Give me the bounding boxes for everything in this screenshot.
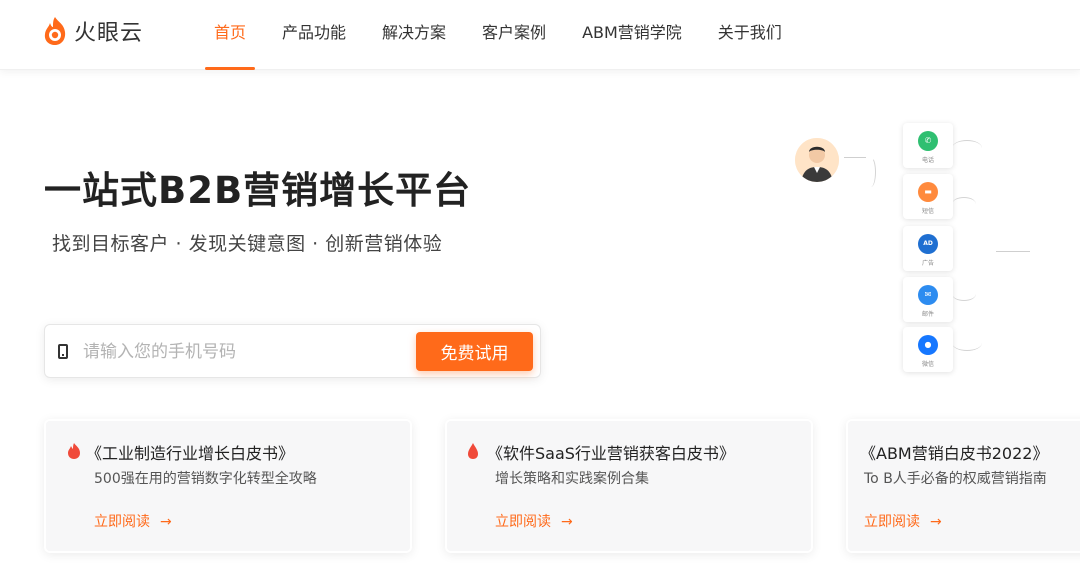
channel-label: 短信 [921,208,934,215]
message-icon: ▬ [918,182,938,202]
channel-mail: ✉ 邮件 [903,277,953,322]
free-trial-button[interactable]: 免费试用 [416,332,533,371]
nav-item-about[interactable]: 关于我们 [700,0,800,70]
card-description: 500强在用的营销数字化转型全攻略 [94,471,317,487]
ad-icon: AD [918,234,938,254]
flame-logo-icon [44,17,66,45]
card-description: 增长策略和实践案例合集 [495,471,649,487]
connector-line [996,251,1030,252]
read-now-label: 立即阅读 [94,514,150,530]
brand-logo[interactable]: 火眼云 [42,13,143,49]
channel-label: 邮件 [921,311,934,318]
channel-label: 电话 [921,157,934,164]
hero-title: 一站式B2B营销增长平台 [44,169,472,212]
nav-item-solutions[interactable]: 解决方案 [364,0,464,70]
connector-line [844,157,866,158]
phone-icon [58,344,68,359]
channel-label: 微信 [921,361,934,368]
main-nav: 首页 产品功能 解决方案 客户案例 ABM营销学院 关于我们 [196,0,800,70]
nav-item-cases[interactable]: 客户案例 [464,0,564,70]
person-icon [795,138,839,182]
nav-item-abm-academy[interactable]: ABM营销学院 [564,0,700,70]
phone-signup-form: 免费试用 [44,324,541,378]
channel-wechat: ● 微信 [903,327,953,372]
read-now-label: 立即阅读 [864,514,920,530]
nav-item-products[interactable]: 产品功能 [264,0,364,70]
read-now-link[interactable]: 立即阅读 → [495,511,573,531]
connector-curve [952,197,976,211]
nav-item-home[interactable]: 首页 [196,0,264,70]
connector-curve [952,287,976,301]
channel-label: 广告 [921,260,934,267]
whitepaper-card-manufacturing[interactable]: 《工业制造行业增长白皮书》 500强在用的营销数字化转型全攻略 立即阅读 → [44,419,412,553]
wechat-icon: ● [918,335,938,355]
connector-curve [952,140,982,156]
arrow-right-icon: → [561,514,573,530]
read-now-link[interactable]: 立即阅读 → [94,511,172,531]
phone-icon: ✆ [918,131,938,151]
flame-icon [468,443,478,459]
connector-curve [866,157,876,187]
whitepaper-card-abm[interactable]: 《ABM营销白皮书2022》 To B人手必备的权威营销指南 立即阅读 → [846,419,1080,553]
flame-icon [68,443,80,459]
channel-ad: AD 广告 [903,226,953,271]
card-title: 《工业制造行业增长白皮书》 [86,444,295,463]
channel-phone: ✆ 电话 [903,123,953,168]
avatar [795,138,839,182]
hero-subtitle: 找到目标客户 · 发现关键意图 · 创新营销体验 [52,233,443,255]
card-description: To B人手必备的权威营销指南 [864,471,1047,487]
read-now-link[interactable]: 立即阅读 → [864,511,942,531]
brand-name: 火眼云 [74,21,144,46]
card-title: 《软件SaaS行业营销获客白皮书》 [487,444,735,463]
connector-curve [952,335,982,351]
card-title: 《ABM营销白皮书2022》 [860,444,1049,463]
read-now-label: 立即阅读 [495,514,551,530]
top-header: 火眼云 首页 产品功能 解决方案 客户案例 ABM营销学院 关于我们 [0,0,1080,70]
channel-sms: ▬ 短信 [903,174,953,219]
whitepaper-card-saas[interactable]: 《软件SaaS行业营销获客白皮书》 增长策略和实践案例合集 立即阅读 → [445,419,813,553]
phone-input[interactable] [83,335,413,369]
mail-icon: ✉ [918,285,938,305]
arrow-right-icon: → [930,514,942,530]
arrow-right-icon: → [160,514,172,530]
